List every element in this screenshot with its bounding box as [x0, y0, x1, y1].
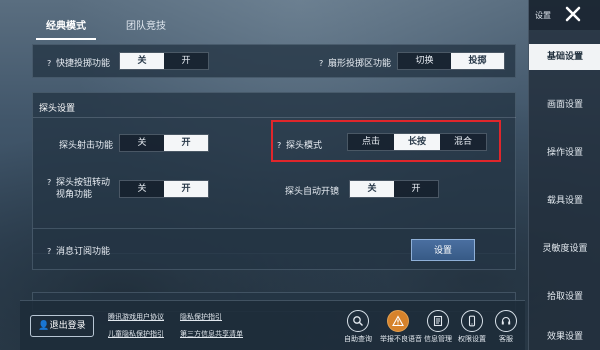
- settings-panel: ? 快捷投掷功能 关 开 ? 扇形投掷区功能 切换 投掷 探头设置 探头射击功能 关…: [32, 42, 516, 342]
- help-icon[interactable]: ?: [277, 141, 286, 150]
- link-user-agreement[interactable]: 腾讯游戏用户协议: [108, 312, 164, 322]
- permission-settings-button[interactable]: 权限设置: [454, 310, 490, 344]
- settings-sidebar: 设置 基础设置 画面设置 操作设置 载具设置 灵敏度设置 拾取设置 效果设置: [528, 0, 600, 350]
- customer-service-button[interactable]: 客服: [488, 310, 524, 344]
- sidebar-header: 设置: [529, 0, 600, 30]
- help-icon[interactable]: ?: [319, 59, 328, 68]
- close-icon[interactable]: [563, 4, 583, 24]
- peek-rotate-on[interactable]: 开: [164, 181, 208, 197]
- help-icon[interactable]: ?: [47, 177, 56, 189]
- section-title-peek: 探头设置: [39, 104, 76, 114]
- fan-throw-throw[interactable]: 投掷: [451, 53, 504, 69]
- mobile-icon: [468, 315, 476, 327]
- sidebar-item-vehicle[interactable]: 载具设置: [529, 188, 600, 214]
- user-icon: 👤: [38, 321, 50, 331]
- quick-throw-toggle: 关 开: [119, 52, 209, 70]
- quick-throw-off[interactable]: 关: [120, 53, 164, 69]
- peek-auto-scope-label: 探头自动开镜: [285, 187, 340, 197]
- peek-fire-on[interactable]: 开: [164, 135, 208, 151]
- peek-mode-mixed[interactable]: 混合: [440, 134, 486, 150]
- peek-fire-toggle: 关 开: [119, 134, 209, 152]
- fan-throw-toggle: 切换 投掷: [397, 52, 505, 70]
- quick-throw-on[interactable]: 开: [164, 53, 208, 69]
- sidebar-item-effects[interactable]: 效果设置: [529, 324, 600, 350]
- sidebar-header-label: 设置: [535, 11, 551, 20]
- peek-mode-label: ? 探头模式: [277, 141, 323, 151]
- logout-button[interactable]: 👤退出登录: [30, 315, 94, 337]
- quick-throw-label: ? 快捷投掷功能: [47, 59, 111, 69]
- self-service-button[interactable]: 自助查询: [340, 310, 376, 344]
- divider: [33, 117, 516, 118]
- peek-mode-click[interactable]: 点击: [348, 134, 394, 150]
- peek-auto-scope-off[interactable]: 关: [350, 181, 394, 197]
- sidebar-item-sensitivity[interactable]: 灵敏度设置: [529, 236, 600, 262]
- bottom-bar: 👤退出登录 腾讯游戏用户协议 隐私保护指引 儿童隐私保护指引 第三方信息共享清单…: [20, 300, 525, 350]
- tab-classic-mode[interactable]: 经典模式: [36, 14, 96, 40]
- message-subscription-settings-button[interactable]: 设置: [411, 239, 475, 261]
- link-child-privacy[interactable]: 儿童隐私保护指引: [108, 329, 164, 339]
- report-voice-button[interactable]: 举报不良语音: [380, 310, 422, 344]
- help-icon[interactable]: ?: [47, 59, 56, 68]
- peek-auto-scope-on[interactable]: 开: [394, 181, 438, 197]
- headset-icon: [501, 316, 511, 325]
- peek-rotate-off[interactable]: 关: [120, 181, 164, 197]
- info-management-button[interactable]: 信息管理: [420, 310, 456, 344]
- peek-fire-label: 探头射击功能: [59, 141, 114, 151]
- peek-fire-off[interactable]: 关: [120, 135, 164, 151]
- help-icon[interactable]: ?: [47, 247, 56, 256]
- fan-throw-switch[interactable]: 切换: [398, 53, 451, 69]
- mode-tabs: 经典模式 团队竞技: [36, 14, 176, 40]
- magnifier-icon: [353, 316, 363, 326]
- tab-team-deathmatch[interactable]: 团队竞技: [116, 14, 176, 40]
- message-subscription-label: ? 消息订阅功能: [47, 247, 111, 257]
- link-privacy-guide[interactable]: 隐私保护指引: [180, 312, 222, 322]
- peek-mode-selector: 点击 长按 混合: [347, 133, 487, 151]
- sidebar-item-controls[interactable]: 操作设置: [529, 140, 600, 166]
- peek-mode-hold[interactable]: 长按: [394, 134, 440, 150]
- warning-icon: [392, 315, 404, 327]
- sidebar-item-basic[interactable]: 基础设置: [529, 44, 600, 70]
- fan-throw-label: ? 扇形投掷区功能: [319, 59, 392, 69]
- message-subscription-card: ? 消息订阅功能 设置: [32, 228, 516, 270]
- sidebar-item-pickup[interactable]: 拾取设置: [529, 284, 600, 310]
- document-icon: [433, 315, 443, 327]
- peek-rotate-toggle: 关 开: [119, 180, 209, 198]
- sidebar-item-graphics[interactable]: 画面设置: [529, 92, 600, 118]
- link-third-party-list[interactable]: 第三方信息共享清单: [180, 329, 243, 339]
- peek-rotate-label: ? 探头按钮转动 视角功能: [47, 177, 111, 200]
- throw-settings-card: ? 快捷投掷功能 关 开 ? 扇形投掷区功能 切换 投掷: [32, 44, 516, 78]
- peek-auto-scope-toggle: 关 开: [349, 180, 439, 198]
